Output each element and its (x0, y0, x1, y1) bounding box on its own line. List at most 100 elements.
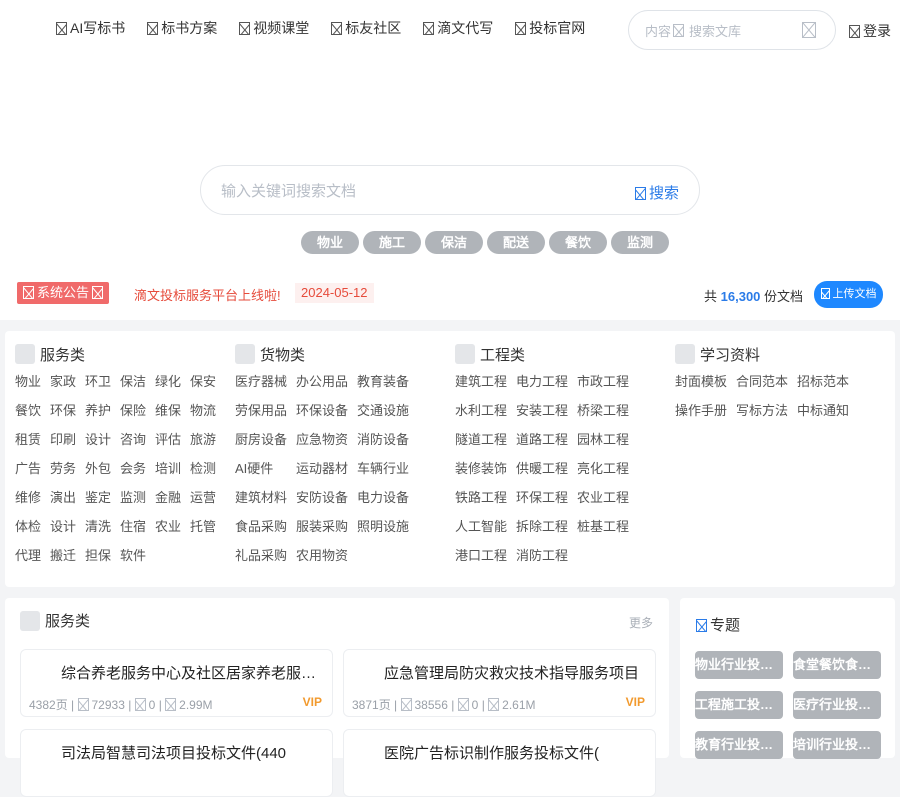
category-link[interactable]: 亮化工程 (577, 454, 638, 483)
category-link[interactable]: 物业 (15, 367, 50, 396)
category-link[interactable]: 环卫 (85, 367, 120, 396)
category-link[interactable]: 建筑材料 (235, 483, 296, 512)
category-link[interactable]: 道路工程 (516, 425, 577, 454)
category-link[interactable]: 印刷 (50, 425, 85, 454)
main-search-button[interactable]: 搜索 (634, 182, 679, 203)
category-link[interactable]: 农用物资 (296, 541, 357, 570)
category-link[interactable]: 维修 (15, 483, 50, 512)
category-link[interactable]: 住宿 (120, 512, 155, 541)
category-link[interactable]: 环保工程 (516, 483, 577, 512)
category-link[interactable]: 人工智能 (455, 512, 516, 541)
category-link[interactable]: 铁路工程 (455, 483, 516, 512)
search-scope[interactable]: 内容 (645, 21, 671, 40)
category-link[interactable]: 拆除工程 (516, 512, 577, 541)
nav-item-ghostwriting[interactable]: 滴文代写 (423, 18, 493, 38)
category-link[interactable]: 安装工程 (516, 396, 577, 425)
category-link[interactable]: 托管 (190, 512, 225, 541)
category-link[interactable]: 招标范本 (797, 367, 858, 396)
category-link[interactable]: 物流 (190, 396, 225, 425)
header-search-input[interactable]: 搜索文库 (689, 21, 741, 40)
category-link[interactable]: 软件 (120, 541, 155, 570)
category-link[interactable]: 食品采购 (235, 512, 296, 541)
category-link[interactable]: 运动器材 (296, 454, 357, 483)
category-link[interactable]: 鉴定 (85, 483, 120, 512)
category-link[interactable]: 绿化 (155, 367, 190, 396)
category-link[interactable]: 金融 (155, 483, 190, 512)
category-link[interactable]: 电力设备 (357, 483, 418, 512)
category-link[interactable]: 写标方法 (736, 396, 797, 425)
more-link[interactable]: 更多 (629, 614, 653, 631)
category-link[interactable]: 评估 (155, 425, 190, 454)
hot-tag[interactable]: 配送 (487, 231, 545, 254)
category-link[interactable]: 桩基工程 (577, 512, 638, 541)
category-link[interactable]: 体检 (15, 512, 50, 541)
hot-tag[interactable]: 物业 (301, 231, 359, 254)
doc-title[interactable]: 司法局智慧司法项目投标文件(440 (61, 742, 323, 763)
doc-card[interactable]: 医院广告标识制作服务投标文件( (343, 729, 656, 797)
topic-item[interactable]: 工程施工投标文件 (695, 691, 783, 719)
category-link[interactable]: 环保设备 (296, 396, 357, 425)
category-link[interactable]: 港口工程 (455, 541, 516, 570)
nav-item-ai-write[interactable]: AI写标书 (56, 18, 125, 38)
topic-item[interactable]: 教育行业投标文件 (695, 731, 783, 759)
category-link[interactable]: 装修装饰 (455, 454, 516, 483)
category-link[interactable]: 教育装备 (357, 367, 418, 396)
category-link[interactable]: 监测 (120, 483, 155, 512)
hot-tag[interactable]: 施工 (363, 231, 421, 254)
nav-item-community[interactable]: 标友社区 (331, 18, 401, 38)
category-link[interactable]: 劳务 (50, 454, 85, 483)
category-link[interactable]: 广告 (15, 454, 50, 483)
category-link[interactable]: 消防工程 (516, 541, 577, 570)
hot-tag[interactable]: 餐饮 (549, 231, 607, 254)
topic-item[interactable]: 食堂餐饮食材配送 (793, 651, 881, 679)
category-link[interactable]: 保险 (120, 396, 155, 425)
category-link[interactable]: 培训 (155, 454, 190, 483)
category-link[interactable]: 农业 (155, 512, 190, 541)
doc-card[interactable]: 应急管理局防灾救灾技术指导服务项目 3871页 | 38556 | 0 | 2.… (343, 649, 656, 717)
category-link[interactable]: 设计 (50, 512, 85, 541)
hot-tag[interactable]: 监测 (611, 231, 669, 254)
search-button-icon[interactable] (802, 22, 816, 38)
category-link[interactable]: 农业工程 (577, 483, 638, 512)
upload-button[interactable]: 上传文档 (814, 281, 883, 308)
category-link[interactable]: 礼品采购 (235, 541, 296, 570)
category-link[interactable]: 餐饮 (15, 396, 50, 425)
category-link[interactable]: 旅游 (190, 425, 225, 454)
category-link[interactable]: 维保 (155, 396, 190, 425)
category-link[interactable]: 环保 (50, 396, 85, 425)
category-link[interactable]: 搬迁 (50, 541, 85, 570)
doc-card[interactable]: 司法局智慧司法项目投标文件(440 (20, 729, 333, 797)
category-link[interactable]: 厨房设备 (235, 425, 296, 454)
nav-item-video[interactable]: 视频课堂 (239, 18, 309, 38)
category-link[interactable]: 应急物资 (296, 425, 357, 454)
category-link[interactable]: 养护 (85, 396, 120, 425)
category-link[interactable]: 安防设备 (296, 483, 357, 512)
main-search-box[interactable]: 输入关键词搜索文档 搜索 (200, 165, 700, 215)
category-link[interactable]: 合同范本 (736, 367, 797, 396)
category-link[interactable]: 设计 (85, 425, 120, 454)
category-link[interactable]: 服装采购 (296, 512, 357, 541)
category-link[interactable]: 市政工程 (577, 367, 638, 396)
category-link[interactable]: 操作手册 (675, 396, 736, 425)
category-link[interactable]: 交通设施 (357, 396, 418, 425)
category-link[interactable]: 供暖工程 (516, 454, 577, 483)
category-link[interactable]: 演出 (50, 483, 85, 512)
category-link[interactable]: 电力工程 (516, 367, 577, 396)
header-search[interactable]: 内容 搜索文库 (628, 10, 836, 50)
category-link[interactable]: 隧道工程 (455, 425, 516, 454)
category-link[interactable]: 劳保用品 (235, 396, 296, 425)
nav-item-bid-plan[interactable]: 标书方案 (147, 18, 217, 38)
doc-title[interactable]: 综合养老服务中心及社区居家养老服务项目 (61, 662, 323, 683)
notice-text[interactable]: 滴文投标服务平台上线啦! (134, 285, 281, 304)
category-link[interactable]: 清洗 (85, 512, 120, 541)
category-link[interactable]: 运营 (190, 483, 225, 512)
main-search-input[interactable]: 输入关键词搜索文档 (221, 180, 356, 201)
doc-card[interactable]: 综合养老服务中心及社区居家养老服务项目 4382页 | 72933 | 0 | … (20, 649, 333, 717)
category-link[interactable]: 照明设施 (357, 512, 418, 541)
category-link[interactable]: 封面模板 (675, 367, 736, 396)
category-link[interactable]: 家政 (50, 367, 85, 396)
category-link[interactable]: 园林工程 (577, 425, 638, 454)
category-link[interactable]: 中标通知 (797, 396, 858, 425)
category-link[interactable]: 会务 (120, 454, 155, 483)
category-link[interactable]: 保洁 (120, 367, 155, 396)
